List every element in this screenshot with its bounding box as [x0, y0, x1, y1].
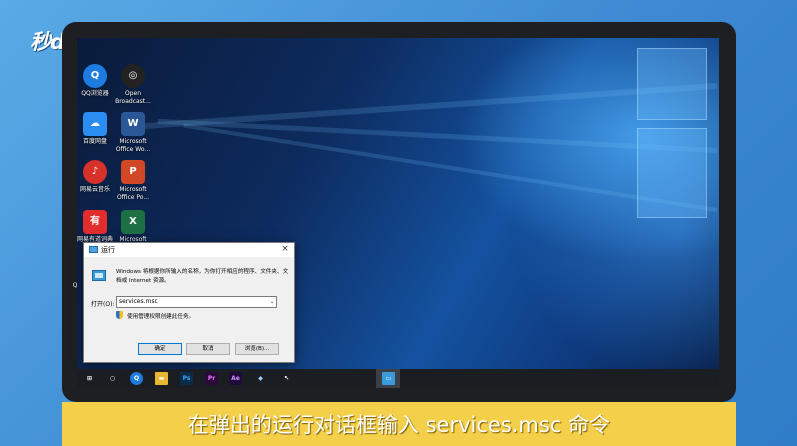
desktop-icon-baidu-netdisk[interactable]: ☁ 百度网盘: [74, 112, 116, 146]
search-circle-icon[interactable]: ○: [106, 372, 119, 385]
desktop-icon-label: 百度网盘: [82, 138, 107, 145]
taskbar: ⊞ ○ Q ▬ Ps Pr Ae ◆ ↖ ▭: [77, 369, 719, 388]
wallpaper-window-pane: [637, 48, 707, 120]
command-input[interactable]: services.msc: [116, 296, 277, 308]
desktop-icon-word[interactable]: W Microsoft Office Wo...: [112, 112, 154, 154]
close-button[interactable]: ×: [279, 243, 291, 256]
run-dialog-titlebar[interactable]: 运行 ×: [84, 243, 294, 257]
run-dialog-title: 运行: [101, 246, 115, 254]
desktop-icon-excel[interactable]: X Microsoft: [112, 210, 154, 244]
browse-button[interactable]: 浏览(B)...: [235, 343, 279, 355]
premiere-icon[interactable]: Pr: [205, 372, 218, 385]
run-dialog: 运行 × Windows 将根据你所输入的名称，为你打开相应的程序、文件夹、文档…: [83, 242, 295, 363]
excel-icon: X: [121, 210, 145, 234]
desktop-icon-label: Open Broadcast...: [115, 90, 151, 105]
run-dialog-description: Windows 将根据你所输入的名称，为你打开相应的程序、文件夹、文档或 Int…: [116, 269, 289, 284]
desktop-icon-obs[interactable]: ◎ Open Broadcast...: [112, 64, 154, 106]
admin-note: 使用管理权限创建此任务。: [127, 314, 195, 320]
cancel-button[interactable]: 取消: [186, 343, 230, 355]
chevron-down-icon[interactable]: ⌄: [267, 297, 277, 307]
run-program-icon: [92, 270, 106, 281]
qq-browser-icon[interactable]: Q: [130, 372, 143, 385]
desktop-icon-label: QQ浏览器: [81, 90, 109, 97]
qq-browser-icon: Q: [83, 64, 107, 88]
desktop-icon-qq-browser[interactable]: Q QQ浏览器: [74, 64, 116, 98]
ok-button[interactable]: 确定: [138, 343, 182, 355]
word-icon: W: [121, 112, 145, 136]
windows-start-icon[interactable]: ⊞: [83, 372, 96, 385]
run-dialog-task-icon[interactable]: ▭: [382, 372, 395, 385]
open-label: 打开(O):: [91, 301, 115, 308]
youdao-icon: 有: [83, 210, 107, 234]
photoshop-icon[interactable]: Ps: [180, 372, 193, 385]
desktop-icon-powerpoint[interactable]: P Microsoft Office Po...: [112, 160, 154, 202]
file-explorer-icon[interactable]: ▬: [155, 372, 168, 385]
desktop-icon-label: Microsoft Office Po...: [116, 186, 150, 201]
desktop-icon-netease-music[interactable]: ♪ 网易云音乐: [74, 160, 116, 194]
cursor-app-icon[interactable]: ↖: [280, 372, 293, 385]
admin-shield-icon: [116, 311, 123, 319]
baidu-netdisk-icon: ☁: [83, 112, 107, 136]
wallpaper-window-pane: [637, 128, 707, 218]
desktop-icon-youdao[interactable]: 有 网易有道词典: [74, 210, 116, 244]
after-effects-icon[interactable]: Ae: [229, 372, 242, 385]
subtitle-caption: 在弹出的运行对话框输入 services.msc 命令: [187, 413, 611, 437]
desktop-icon-label: 网易云音乐: [79, 186, 110, 193]
tool-icon[interactable]: ◆: [254, 372, 267, 385]
run-icon: [89, 246, 98, 253]
powerpoint-icon: P: [121, 160, 145, 184]
netease-music-icon: ♪: [83, 160, 107, 184]
obs-icon: ◎: [121, 64, 145, 88]
desktop-icon-label: Microsoft Office Wo...: [115, 138, 151, 153]
